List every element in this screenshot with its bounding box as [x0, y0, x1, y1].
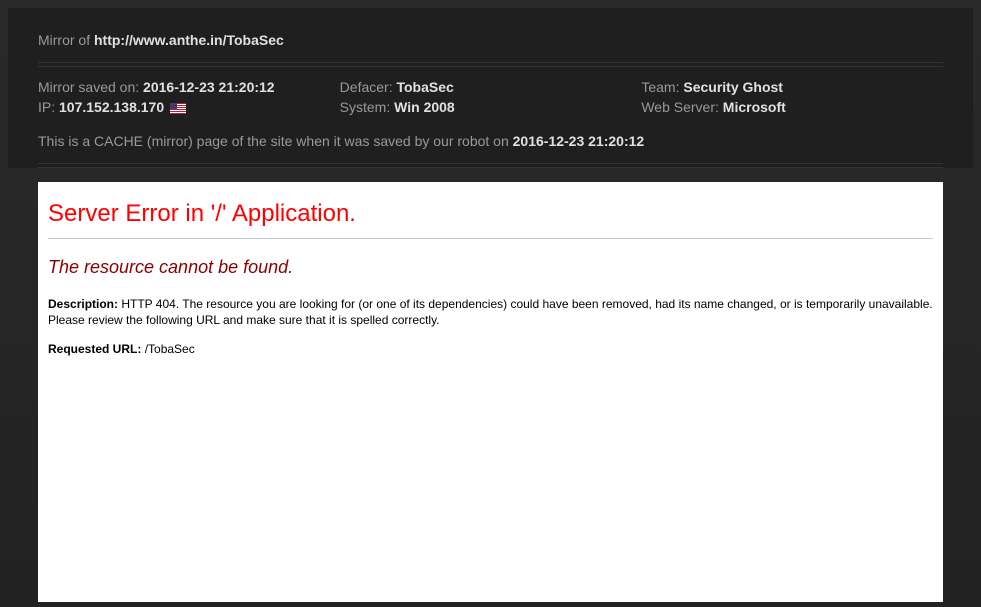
divider — [38, 163, 943, 168]
system-label: System: — [340, 99, 394, 115]
webserver-value: Microsoft — [723, 99, 786, 115]
info-col-3: Team: Security Ghost Web Server: Microso… — [641, 77, 943, 117]
error-hr — [48, 238, 933, 239]
saved-on-row: Mirror saved on: 2016-12-23 21:20:12 — [38, 77, 340, 97]
team-label: Team: — [641, 79, 683, 95]
mirror-header: Mirror of http://www.anthe.in/TobaSec Mi… — [8, 8, 973, 168]
page-frame: Mirror of http://www.anthe.in/TobaSec Mi… — [0, 0, 981, 607]
ip-label: IP: — [38, 99, 59, 115]
saved-on-label: Mirror saved on: — [38, 79, 143, 95]
error-subtitle: The resource cannot be found. — [48, 257, 933, 296]
divider — [38, 62, 943, 67]
us-flag-icon — [170, 103, 186, 114]
defacer-row: Defacer: TobaSec — [340, 77, 642, 97]
content-wrap: Server Error in '/' Application. The res… — [8, 182, 973, 602]
webserver-label: Web Server: — [641, 99, 722, 115]
error-page: Server Error in '/' Application. The res… — [38, 182, 943, 602]
defacer-value: TobaSec — [396, 79, 453, 95]
error-title: Server Error in '/' Application. — [48, 194, 933, 238]
webserver-row: Web Server: Microsoft — [641, 97, 943, 117]
error-description: Description: HTTP 404. The resource you … — [48, 296, 933, 342]
ip-value: 107.152.138.170 — [59, 99, 164, 115]
mirror-of-label: Mirror of — [38, 32, 94, 48]
saved-on-value: 2016-12-23 21:20:12 — [143, 79, 275, 95]
info-col-1: Mirror saved on: 2016-12-23 21:20:12 IP:… — [38, 77, 340, 117]
cache-note-text: This is a CACHE (mirror) page of the sit… — [38, 133, 513, 149]
error-desc-text: HTTP 404. The resource you are looking f… — [48, 297, 933, 327]
requested-url-value: /TobaSec — [145, 342, 195, 356]
cache-note-date: 2016-12-23 21:20:12 — [513, 133, 645, 149]
mirror-url: http://www.anthe.in/TobaSec — [94, 32, 284, 48]
requested-url-line: Requested URL: /TobaSec — [48, 342, 933, 356]
ip-row: IP: 107.152.138.170 — [38, 97, 340, 117]
team-value: Security Ghost — [683, 79, 783, 95]
requested-url-label: Requested URL: — [48, 342, 145, 356]
system-row: System: Win 2008 — [340, 97, 642, 117]
system-value: Win 2008 — [394, 99, 455, 115]
mirror-info-grid: Mirror saved on: 2016-12-23 21:20:12 IP:… — [38, 69, 943, 125]
error-desc-label: Description: — [48, 297, 121, 311]
cache-note: This is a CACHE (mirror) page of the sit… — [38, 125, 943, 161]
defacer-label: Defacer: — [340, 79, 397, 95]
mirror-of-line: Mirror of http://www.anthe.in/TobaSec — [38, 18, 943, 60]
info-col-2: Defacer: TobaSec System: Win 2008 — [340, 77, 642, 117]
team-row: Team: Security Ghost — [641, 77, 943, 97]
